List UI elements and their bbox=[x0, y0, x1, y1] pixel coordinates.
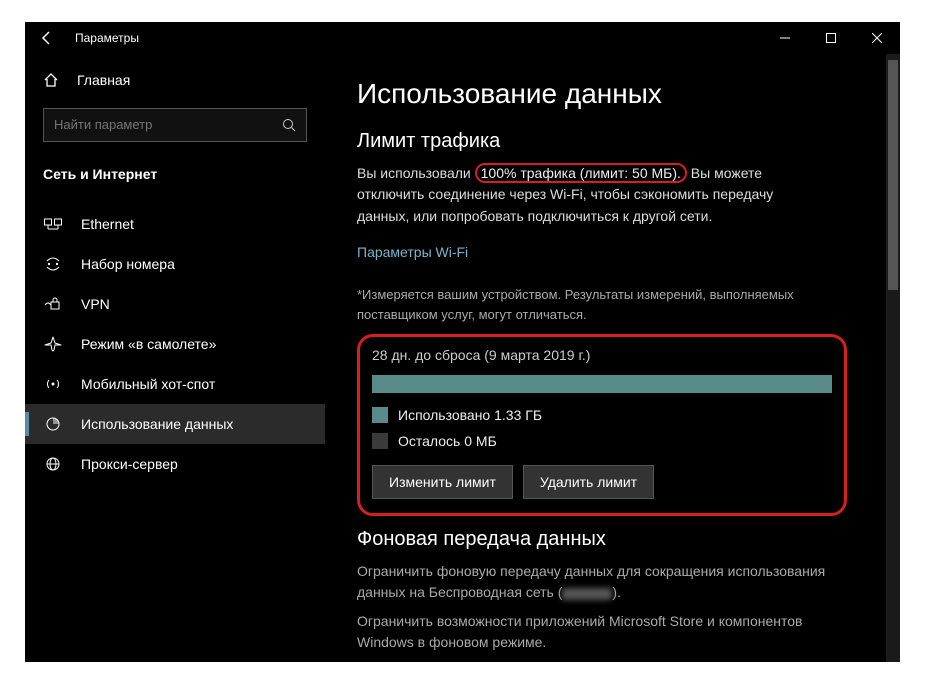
sidebar-item-label: Использование данных bbox=[81, 416, 233, 432]
scrollbar-track[interactable] bbox=[886, 54, 900, 662]
sidebar-item-label: Ethernet bbox=[81, 216, 134, 232]
sidebar-item-label: VPN bbox=[81, 296, 110, 312]
background-data-desc1: Ограничить фоновую передачу данных для с… bbox=[357, 561, 827, 603]
sidebar-item-label: Набор номера bbox=[81, 256, 175, 272]
limit-panel: 28 дн. до сброса (9 марта 2019 г.) Испол… bbox=[357, 334, 847, 516]
swatch-remaining-icon bbox=[372, 433, 388, 449]
back-button[interactable] bbox=[25, 22, 69, 54]
wifi-settings-link[interactable]: Параметры Wi-Fi bbox=[357, 242, 827, 264]
search-icon bbox=[282, 118, 296, 132]
ethernet-icon bbox=[43, 217, 63, 231]
sidebar-item-datausage[interactable]: Использование данных bbox=[25, 404, 325, 444]
home-button[interactable]: Главная bbox=[25, 62, 325, 98]
search-input[interactable] bbox=[54, 117, 282, 132]
hotspot-icon bbox=[43, 376, 63, 392]
legend-used-label: Использовано 1.33 ГБ bbox=[398, 407, 542, 423]
settings-window: Параметры Главная Сеть и Интернет bbox=[25, 22, 900, 662]
scrollbar-thumb[interactable] bbox=[888, 60, 898, 290]
change-limit-button[interactable]: Изменить лимит bbox=[372, 465, 513, 499]
sidebar-menu: Ethernet Набор номера VPN Режим «в самол… bbox=[25, 204, 325, 484]
content-pane: Использование данных Лимит трафика Вы ис… bbox=[325, 54, 900, 662]
limit-heading: Лимит трафика bbox=[357, 130, 868, 153]
search-box[interactable] bbox=[43, 108, 307, 142]
minimize-button[interactable] bbox=[762, 22, 808, 54]
legend-used: Использовано 1.33 ГБ bbox=[372, 407, 832, 423]
sidebar-item-label: Мобильный хот-спот bbox=[81, 376, 215, 392]
sidebar: Главная Сеть и Интернет Ethernet Набор н… bbox=[25, 54, 325, 662]
sidebar-item-airplane[interactable]: Режим «в самолете» bbox=[25, 324, 325, 364]
reset-info: 28 дн. до сброса (9 марта 2019 г.) bbox=[372, 347, 832, 363]
swatch-used-icon bbox=[372, 407, 388, 423]
background-data-desc2: Ограничить возможности приложений Micros… bbox=[357, 611, 827, 653]
sidebar-item-vpn[interactable]: VPN bbox=[25, 284, 325, 324]
dialup-icon bbox=[43, 257, 63, 271]
category-label: Сеть и Интернет bbox=[25, 152, 325, 196]
window-title: Параметры bbox=[75, 31, 762, 45]
sidebar-item-label: Режим «в самолете» bbox=[81, 336, 216, 352]
maximize-button[interactable] bbox=[808, 22, 854, 54]
airplane-icon bbox=[43, 336, 63, 352]
background-data-heading: Фоновая передача данных bbox=[357, 528, 868, 551]
close-button[interactable] bbox=[854, 22, 900, 54]
datausage-icon bbox=[43, 416, 63, 432]
measurement-note: *Измеряется вашим устройством. Результат… bbox=[357, 285, 827, 324]
sidebar-item-hotspot[interactable]: Мобильный хот-спот bbox=[25, 364, 325, 404]
redacted-ssid bbox=[562, 588, 612, 600]
usage-paragraph: Вы использовали 100% трафика (лимит: 50 … bbox=[357, 163, 827, 228]
proxy-icon bbox=[43, 456, 63, 472]
sidebar-item-label: Прокси-сервер bbox=[81, 456, 178, 472]
legend-remaining: Осталось 0 МБ bbox=[372, 433, 832, 449]
home-label: Главная bbox=[77, 72, 130, 88]
legend-remaining-label: Осталось 0 МБ bbox=[398, 433, 497, 449]
page-title: Использование данных bbox=[357, 78, 868, 110]
sidebar-item-proxy[interactable]: Прокси-сервер bbox=[25, 444, 325, 484]
vpn-icon bbox=[43, 297, 63, 311]
titlebar: Параметры bbox=[25, 22, 900, 54]
home-icon bbox=[43, 72, 61, 88]
sidebar-item-ethernet[interactable]: Ethernet bbox=[25, 204, 325, 244]
usage-text-prefix: Вы использовали bbox=[357, 165, 475, 181]
usage-highlight: 100% трафика (лимит: 50 МБ). bbox=[475, 163, 687, 183]
sidebar-item-dialup[interactable]: Набор номера bbox=[25, 244, 325, 284]
usage-progress-bar bbox=[372, 375, 832, 393]
delete-limit-button[interactable]: Удалить лимит bbox=[523, 465, 654, 499]
